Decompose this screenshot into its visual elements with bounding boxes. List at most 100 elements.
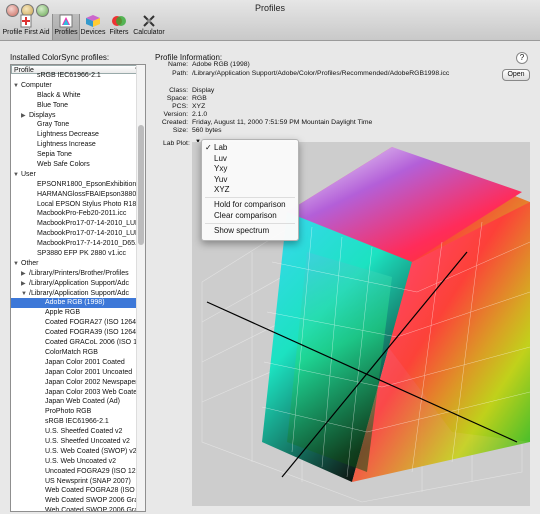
profile-row-label: Other: [21, 259, 39, 267]
profile-list-row[interactable]: SP3880 EFP PK 2880 v1.icc: [11, 249, 137, 259]
profile-list-row[interactable]: Japan Color 2001 Uncoated: [11, 368, 137, 378]
profile-list-row[interactable]: Apple RGB: [11, 308, 137, 318]
profiles-rows: sRGB IEC61966-2.1 ▼ Computer Black & White B…: [11, 71, 137, 511]
menu-item-xyz[interactable]: XYZ: [214, 185, 230, 195]
profile-list-row[interactable]: Coated FOGRA27 (ISO 12647-: [11, 318, 137, 328]
profile-list-row[interactable]: EPSONR1800_EpsonExhibitionFib: [11, 180, 137, 190]
profile-row-label: MacbookPro17-07-14-2010_LUM: [37, 220, 137, 228]
disclosure-open-icon[interactable]: ▼: [13, 82, 21, 91]
profile-list-row[interactable]: Coated GRACoL 2006 (ISO 126: [11, 338, 137, 348]
profile-row-label: Japan Web Coated (Ad): [45, 398, 120, 406]
profile-row-label: Displays: [29, 111, 56, 119]
profile-list-row[interactable]: ProPhoto RGB: [11, 407, 137, 417]
profile-row-label: /Library/Application Support/Adc: [29, 289, 129, 297]
profile-list-row[interactable]: MacbookPro17-07-14-2010_LUM: [11, 219, 137, 229]
disclosure-open-icon[interactable]: ▼: [21, 290, 29, 299]
profile-list-row[interactable]: Web Coated SWOP 2006 Grade: [11, 506, 137, 511]
menu-separator: [205, 197, 295, 198]
info-value: Display: [192, 87, 215, 94]
profile-list-row[interactable]: U.S. Sheetfed Coated v2: [11, 427, 137, 437]
profile-row-label: U.S. Web Uncoated v2: [45, 457, 117, 465]
profile-list-row[interactable]: Local EPSON Stylus Photo R1800_: [11, 200, 137, 210]
menu-item-yuv[interactable]: Yuv: [214, 175, 227, 185]
profile-list-row[interactable]: ▼ User: [11, 170, 137, 180]
profile-list-row[interactable]: Sepia Tone: [11, 150, 137, 160]
profile-list-row[interactable]: U.S. Web Coated (SWOP) v2: [11, 447, 137, 457]
profile-list-row[interactable]: HARMANGlossFBAIEpson3880_11: [11, 190, 137, 200]
menu-item-yxy[interactable]: Yxy: [214, 164, 227, 174]
profile-list-row[interactable]: Lightness Increase: [11, 140, 137, 150]
profile-list-row[interactable]: Japan Color 2003 Web Coated: [11, 388, 137, 398]
profiles-list[interactable]: Profile ▼ sRGB IEC61966-2.1▼ComputerBlac…: [10, 64, 146, 512]
menu-item-hold-comparison[interactable]: Hold for comparison: [214, 200, 286, 210]
profile-row-label: Japan Color 2001 Uncoated: [45, 368, 133, 376]
profile-list-row[interactable]: US Newsprint (SNAP 2007): [11, 477, 137, 487]
toolbar-calculator[interactable]: Calculator: [132, 14, 166, 40]
profile-list-row[interactable]: Uncoated FOGRA29 (ISO 12647: [11, 467, 137, 477]
profile-list-row[interactable]: Black & White: [11, 91, 137, 101]
help-button[interactable]: ?: [516, 52, 528, 64]
info-key: Space:: [166, 95, 188, 102]
menu-item-show-spectrum[interactable]: Show spectrum: [214, 226, 269, 236]
menu-item-clear-comparison[interactable]: Clear comparison: [214, 211, 277, 221]
disclosure-closed-icon[interactable]: ▶: [21, 112, 29, 121]
disclosure-closed-icon[interactable]: ▶: [21, 280, 29, 289]
profile-list-row[interactable]: Adobe RGB (1998): [11, 298, 137, 309]
profile-list-row[interactable]: ▶/Library/Application Support/Adc: [11, 279, 137, 289]
profile-row-label: SP3880 EFP PK 2880 v1.icc: [37, 250, 126, 258]
list-scrollbar[interactable]: [136, 65, 145, 511]
profiles-icon: [59, 14, 73, 28]
profile-list-row[interactable]: sRGB IEC61966-2.1: [11, 417, 137, 427]
info-value: Adobe RGB (1998): [192, 61, 250, 68]
profile-list-row[interactable]: U.S. Web Uncoated v2: [11, 457, 137, 467]
disclosure-open-icon[interactable]: ▼: [13, 171, 21, 180]
menu-item-luv[interactable]: Luv: [214, 154, 227, 164]
toolbar-filters[interactable]: Filters: [107, 14, 131, 40]
lab-plot-label: Lab Plot:: [163, 140, 190, 147]
profile-row-label: U.S. Web Coated (SWOP) v2: [45, 447, 137, 455]
profile-list-row[interactable]: ▼/Library/Application Support/Adc: [11, 289, 137, 299]
profile-row-label: ColorMatch RGB: [45, 348, 98, 356]
profile-list-row[interactable]: Japan Web Coated (Ad): [11, 397, 137, 407]
profile-list-row[interactable]: Web Coated FOGRA28 (ISO 12: [11, 486, 137, 496]
profile-list-row[interactable]: U.S. Sheetfed Uncoated v2: [11, 437, 137, 447]
profile-list-row[interactable]: MacbookPro17-07-14-2010_LUM: [11, 229, 137, 239]
profile-list-row[interactable]: Web Coated SWOP 2006 Grade: [11, 496, 137, 506]
profile-list-row[interactable]: MacbookPro-Feb20-2011.icc: [11, 209, 137, 219]
profile-list-row[interactable]: ▼ Other: [11, 259, 137, 269]
profile-row-label: Japan Color 2002 Newspaper: [45, 378, 137, 386]
profile-row-label: Computer: [21, 81, 52, 89]
profile-list-row[interactable]: Gray Tone: [11, 120, 137, 130]
profile-list-row[interactable]: Coated FOGRA39 (ISO 12647-2: [11, 328, 137, 338]
filters-icon: [112, 16, 126, 26]
toolbar-profile-first-aid[interactable]: Profile First Aid: [2, 14, 50, 40]
devices-icon: [86, 15, 100, 27]
toolbar-profiles[interactable]: Profiles: [52, 14, 80, 40]
scrollbar-thumb[interactable]: [138, 125, 144, 245]
info-key: Version:: [163, 111, 188, 118]
profile-row-label: sRGB IEC61966-2.1: [45, 418, 109, 426]
profile-list-row[interactable]: sRGB IEC61966-2.1: [11, 71, 137, 81]
disclosure-closed-icon[interactable]: ▶: [21, 270, 29, 279]
profile-list-row[interactable]: Lightness Decrease: [11, 130, 137, 140]
profile-list-row[interactable]: ▼ Computer: [11, 81, 137, 91]
profile-list-row[interactable]: MacbookPro17-7-14-2010_D65.: [11, 239, 137, 249]
profile-row-label: U.S. Sheetfed Coated v2: [45, 428, 123, 436]
profile-row-label: Coated FOGRA27 (ISO 12647-: [45, 319, 137, 327]
info-key: Size:: [172, 127, 188, 134]
profile-list-row[interactable]: Blue Tone: [11, 101, 137, 111]
profile-list-row[interactable]: Japan Color 2001 Coated: [11, 358, 137, 368]
info-value: 2.1.0: [192, 111, 208, 118]
disclosure-open-icon[interactable]: ▼: [13, 260, 21, 269]
profile-row-label: Sepia Tone: [37, 151, 72, 159]
open-button[interactable]: Open: [502, 69, 530, 81]
toolbar-devices[interactable]: Devices: [80, 14, 106, 40]
profile-list-row[interactable]: ▶/Library/Printers/Brother/Profiles: [11, 269, 137, 279]
menu-item-lab[interactable]: ✓ Lab: [205, 143, 227, 153]
calculator-icon: [143, 15, 155, 27]
profile-list-row[interactable]: ▶ Displays: [11, 111, 137, 121]
profile-list-row[interactable]: ColorMatch RGB: [11, 348, 137, 358]
profile-row-label: MacbookPro17-07-14-2010_LUM: [37, 230, 137, 238]
profile-list-row[interactable]: Web Safe Colors: [11, 160, 137, 170]
profile-list-row[interactable]: Japan Color 2002 Newspaper: [11, 378, 137, 388]
